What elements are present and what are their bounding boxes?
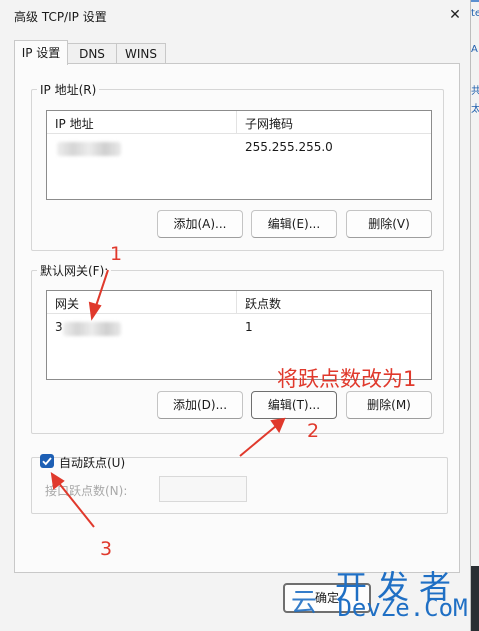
- annotation-arrow-2: [239, 425, 277, 457]
- annotation-arrowhead-2: [270, 417, 286, 434]
- annotation-step-3: 3: [100, 538, 113, 560]
- annotation-arrows: [50, 269, 286, 528]
- annotation-step-2: 2: [307, 420, 320, 442]
- annotation-arrowhead-1: [88, 301, 102, 321]
- annotation-arrow-1: [94, 269, 109, 310]
- annotation-note: 将跃点数改为1: [277, 367, 417, 391]
- watermark-domain: DevZe.CoM: [337, 594, 468, 622]
- annotation-step-1: 1: [110, 243, 123, 265]
- tab-ip-settings[interactable]: IP 设置: [14, 40, 68, 65]
- annotation-arrow-3: [57, 481, 95, 528]
- watermark-logo: 云: [291, 588, 318, 618]
